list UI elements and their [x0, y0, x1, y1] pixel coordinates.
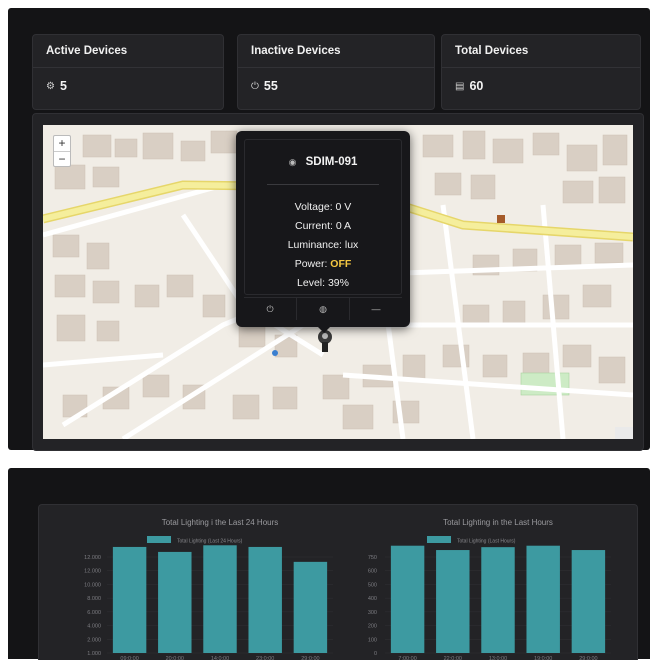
x-tick-label: 29:0:00 — [301, 656, 319, 660]
device-id: SDIM-091 — [305, 156, 358, 168]
y-tick-label: 100 — [368, 637, 377, 643]
y-tick-label: 12.000 — [84, 555, 101, 561]
x-tick-label: 22:0:00 — [444, 656, 462, 660]
y-tick-label: 600 — [368, 569, 377, 575]
power-reading: Power: OFF — [294, 258, 352, 270]
y-tick-label: 10.000 — [84, 582, 101, 588]
legend-label: Total Lighting (Last Hours) — [457, 539, 516, 545]
active-devices-card: Active Devices ⚙ 5 — [32, 34, 224, 110]
poi-icon — [497, 215, 505, 223]
bar — [293, 561, 328, 653]
voltage-reading: Voltage: 0 V — [294, 201, 352, 213]
y-tick-label: 2.000 — [87, 637, 101, 643]
total-devices-count: 60 — [469, 79, 484, 93]
x-tick-label: 7:00:00 — [398, 656, 416, 660]
popup-divider — [267, 184, 379, 185]
inactive-devices-card: Inactive Devices ⏻ 55 — [237, 34, 435, 110]
bar — [436, 550, 470, 653]
y-tick-label: 1.000 — [87, 651, 101, 657]
chart-title: Total Lighting i the Last 24 Hours — [162, 518, 279, 527]
legend-swatch — [427, 536, 451, 543]
inactive-devices-count: 55 — [263, 79, 278, 93]
x-tick-label: 13:0:00 — [489, 656, 507, 660]
chart-title: Total Lighting in the Last Hours — [443, 518, 553, 527]
lighting-charts: Total Lighting i the Last 24 Hours Total … — [84, 518, 611, 662]
y-tick-label: 12.000 — [84, 569, 101, 575]
poi-pin — [272, 350, 278, 356]
y-tick-label: 400 — [368, 596, 377, 602]
y-tick-label: 6.000 — [87, 610, 101, 616]
card-title: Active Devices — [46, 45, 128, 57]
card-title: Inactive Devices — [251, 45, 341, 57]
bar — [248, 546, 282, 653]
x-tick-label: 14:0:00 — [211, 656, 229, 660]
bar — [203, 545, 237, 653]
zoom-out-button[interactable]: − — [54, 151, 70, 167]
dashboard-bottom-panel: Total Lighting i the Last 24 Hours Total … — [8, 468, 650, 662]
active-devices-count: 5 — [59, 79, 67, 93]
card-divider — [442, 67, 640, 68]
card-title: Total Devices — [455, 45, 529, 57]
popup-arrow — [318, 327, 330, 333]
x-tick-label: 23:0:00 — [256, 656, 274, 660]
popup-body: ◉ SDIM-091 Voltage: 0 V Current: 0 A Lum… — [244, 139, 402, 295]
bar — [571, 550, 606, 653]
y-tick-label: 300 — [368, 610, 377, 616]
dashboard-top-panel: Active Devices ⚙ 5 Inactive Devices ⏻ 55… — [8, 8, 650, 451]
legend-swatch — [147, 536, 171, 543]
current-reading: Current: 0 A — [294, 220, 352, 232]
bar — [481, 547, 515, 653]
toggle-button[interactable]: ◍ — [296, 298, 349, 320]
database-icon: ▤ — [455, 80, 465, 92]
attribution-bar — [615, 427, 633, 439]
power-icon: ⏻ — [251, 80, 259, 92]
y-tick-label: 500 — [368, 582, 377, 588]
power-button[interactable]: ⏻ — [244, 298, 296, 320]
y-tick-label: 200 — [368, 624, 377, 630]
device-icon: ◉ — [288, 157, 297, 167]
minimize-button[interactable]: — — [349, 298, 402, 320]
y-tick-label: 8.000 — [87, 596, 101, 602]
bar — [526, 545, 560, 653]
card-divider — [33, 67, 223, 68]
power-status: OFF — [330, 258, 352, 270]
gauge-icon: ⚙ — [46, 80, 55, 92]
x-tick-label: 09:0:00 — [120, 656, 138, 660]
device-popup: ◉ SDIM-091 Voltage: 0 V Current: 0 A Lum… — [236, 131, 410, 333]
zoom-in-button[interactable]: + — [54, 136, 70, 151]
x-tick-label: 29:0:00 — [579, 656, 597, 660]
legend-label: Total Lighting (Last 24 Hours) — [177, 539, 243, 545]
map-zoom-control: + − — [53, 135, 71, 167]
bar — [158, 551, 192, 653]
x-tick-label: 20:0:00 — [166, 656, 184, 660]
x-tick-label: 19:0:00 — [534, 656, 552, 660]
popup-actions: ⏻ ◍ — — [244, 297, 402, 320]
level-reading: Level: 39% — [297, 277, 349, 289]
luminance-reading: Luminance: lux — [287, 239, 359, 251]
total-devices-card: Total Devices ▤ 60 — [441, 34, 641, 110]
bar — [390, 545, 425, 653]
charts-card: Total Lighting i the Last 24 Hours Total … — [38, 504, 638, 662]
bar — [112, 546, 147, 653]
y-tick-label: 0 — [374, 651, 377, 657]
y-tick-label: 750 — [368, 555, 377, 561]
y-tick-label: 4.000 — [87, 624, 101, 630]
card-divider — [238, 67, 434, 68]
